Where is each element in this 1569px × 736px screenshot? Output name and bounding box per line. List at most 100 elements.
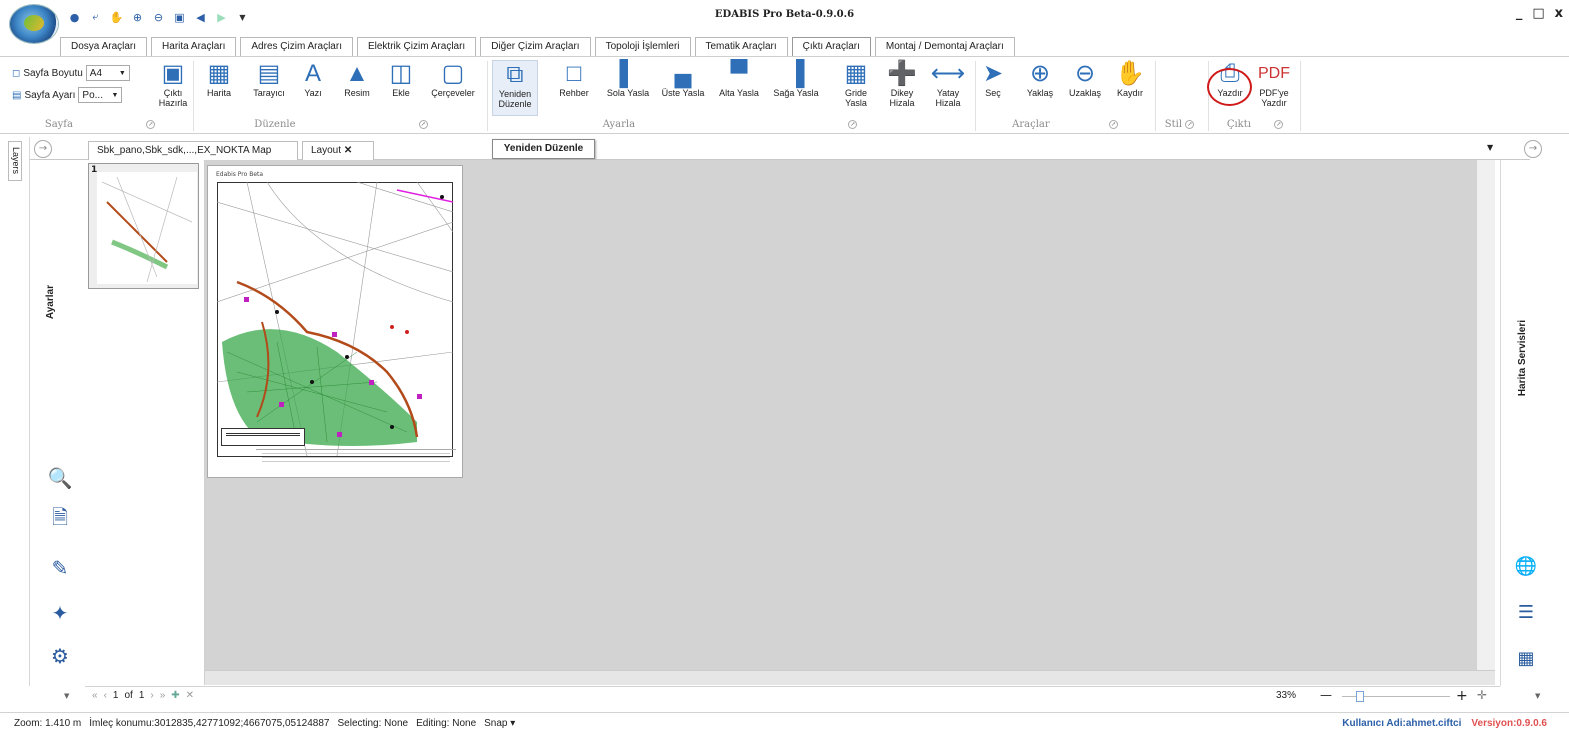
browser-icon: ▤ <box>257 60 281 87</box>
tarayici-button[interactable]: ▤ Tarayıcı <box>246 60 292 116</box>
cerceveler-button[interactable]: ▢ Çerçeveler <box>430 60 476 116</box>
tab-layout-document[interactable]: Layout ✕ <box>302 141 374 160</box>
right-dropdown-icon[interactable]: ▼ <box>1535 692 1540 700</box>
print-frame-icon: ▣ <box>161 60 185 87</box>
tab-harita[interactable]: Harita Araçları <box>151 37 237 56</box>
gride-yasla-button[interactable]: ▦ Gride Yasla <box>834 60 878 116</box>
add-page-icon[interactable]: ✚ <box>171 690 179 701</box>
tab-cikti[interactable]: Çıktı Araçları <box>791 37 871 56</box>
close-button[interactable]: x <box>1555 6 1563 21</box>
edit-map-icon[interactable]: ✎ <box>47 555 73 581</box>
collapse-right-icon[interactable]: → <box>1524 140 1542 158</box>
yaklas-button[interactable]: ⊕ Yaklaş <box>1017 60 1063 116</box>
yazi-button[interactable]: A Yazı <box>290 60 336 116</box>
rehber-button[interactable]: □ Rehber <box>551 60 597 116</box>
tabs-dropdown-icon[interactable]: ▼ <box>1487 143 1493 152</box>
panel-dropdown-icon[interactable]: ▼ <box>64 692 69 700</box>
layout-page[interactable]: Edabis Pro Beta <box>207 165 463 478</box>
status-editing: Editing: None <box>416 718 477 729</box>
last-page-icon[interactable]: » <box>160 690 166 701</box>
tab-topoloji[interactable]: Topoloji İşlemleri <box>594 37 691 56</box>
map-grid-icon[interactable]: ▦ <box>1513 646 1539 670</box>
text-icon: A <box>304 60 321 87</box>
page-setup-icon: ▤ <box>12 89 22 101</box>
next-page-icon[interactable]: › <box>150 690 153 701</box>
page-thumbnail[interactable]: 1 <box>88 163 199 289</box>
fit-page-icon[interactable]: ✛ <box>1477 688 1487 702</box>
page-size-combo[interactable]: A4 ▼ <box>85 65 130 81</box>
group-stil: Stil ↗ <box>1164 119 1195 130</box>
legend-table[interactable] <box>256 449 456 473</box>
tools-icon[interactable]: ✦ <box>47 600 73 626</box>
document-tabs: → Sbk_pano,Sbk_sdk,...,EX_NOKTA Map Layo… <box>30 137 1530 160</box>
sola-yasla-button[interactable]: ▌ Sola Yasla <box>602 60 654 116</box>
scale-bar[interactable] <box>221 428 305 446</box>
pan-hand-icon: ✋ <box>1115 60 1145 87</box>
page-setup-combo[interactable]: Po... ▼ <box>78 87 123 103</box>
tab-tematik[interactable]: Tematik Araçları <box>694 37 788 56</box>
kaydir-button[interactable]: ✋ Kaydır <box>1107 60 1153 116</box>
settings-panel-label[interactable]: Ayarlar <box>45 285 56 319</box>
uste-yasla-button[interactable]: ▄ Üste Yasla <box>656 60 710 116</box>
layers-tab[interactable]: Layers <box>8 141 22 181</box>
current-page[interactable]: 1 <box>113 690 119 701</box>
status-left: Zoom: 1.410 m İmleç konumu:3012835,42771… <box>14 718 515 729</box>
horizontal-scrollbar[interactable] <box>205 670 1495 685</box>
resim-button[interactable]: ▲ Resim <box>334 60 380 116</box>
remove-page-icon[interactable]: ✕ <box>186 690 194 701</box>
align-top-icon: ▄ <box>674 60 692 87</box>
page-size-label: Sayfa Boyutu <box>23 67 83 79</box>
tab-montaj[interactable]: Montaj / Demontaj Araçları <box>874 37 1015 56</box>
pointer-icon: ➤ <box>982 60 1004 87</box>
zoom-out-minus-icon[interactable]: — <box>1320 688 1332 702</box>
page-setup-control: ▤ Sayfa Ayarı Po... ▼ <box>12 87 123 103</box>
window-controls: _ □ x <box>1516 6 1563 21</box>
search-icon[interactable]: 🔍 <box>47 465 73 491</box>
group-cikti: Çıktı ↗ <box>1226 119 1284 130</box>
zoom-slider-thumb[interactable] <box>1356 691 1364 702</box>
pdf-yazdir-button[interactable]: PDF PDF'ye Yazdır <box>1252 60 1296 116</box>
minimize-button[interactable]: _ <box>1516 6 1523 21</box>
page-navigator: « ‹ 1 of 1 › » ✚ ✕ <box>92 690 194 701</box>
layers-icon[interactable]: ☰ <box>1513 600 1539 624</box>
globe-icon[interactable]: 🌐 <box>1513 554 1539 578</box>
zoom-slider[interactable]: — <box>1320 688 1460 704</box>
sec-button[interactable]: ➤ Seç <box>970 60 1016 116</box>
status-selecting: Selecting: None <box>337 718 409 729</box>
page-setup-label: Sayfa Ayarı <box>24 89 76 101</box>
tab-diger-cizim[interactable]: Diğer Çizim Araçları <box>480 37 591 56</box>
uzaklas-button[interactable]: ⊖ Uzaklaş <box>1060 60 1110 116</box>
collapse-left-icon[interactable]: → <box>34 140 52 158</box>
cikti-hazirla-button[interactable]: ▣ Çıktı Hazırla <box>150 60 196 116</box>
tab-map-document[interactable]: Sbk_pano,Sbk_sdk,...,EX_NOKTA Map <box>88 141 298 160</box>
rearrange-icon: ⧉ <box>506 61 524 88</box>
map-frame[interactable] <box>217 182 453 457</box>
yeniden-duzenle-button[interactable]: ⧉ Yeniden Düzenle <box>492 60 538 116</box>
prev-page-icon[interactable]: ‹ <box>104 690 107 701</box>
tooltip: Yeniden Düzenle <box>492 139 595 159</box>
snap-dropdown[interactable]: Snap ▾ <box>484 718 515 729</box>
app-window: ● ⤶ ✋ ⊕ ⊖ ▣ ◀ ▶ ▼ EDABIS Pro Beta-0.9.0.… <box>0 0 1569 736</box>
harita-button[interactable]: ▦ Harita <box>196 60 242 116</box>
zoom-in-plus-icon[interactable]: + <box>1456 688 1468 704</box>
yatay-hizala-button[interactable]: ⟷ Yatay Hizala <box>926 60 970 116</box>
restore-button[interactable]: □ <box>1532 6 1544 21</box>
document-icon[interactable]: 🗎 <box>47 505 73 533</box>
page-size-icon: ◻ <box>12 67 21 79</box>
alta-yasla-button[interactable]: ▀ Alta Yasla <box>712 60 766 116</box>
tab-adres-cizim[interactable]: Adres Çizim Araçları <box>240 37 353 56</box>
page-header-text: Edabis Pro Beta <box>216 171 264 178</box>
map-services-label[interactable]: Harita Servisleri <box>1517 320 1528 396</box>
first-page-icon[interactable]: « <box>92 690 98 701</box>
dikey-hizala-button[interactable]: ➕ Dikey Hizala <box>880 60 924 116</box>
group-duzenle: Düzenle ↗ <box>254 119 428 130</box>
status-cursor: İmleç konumu:3012835,42771092;4667075,05… <box>89 718 330 729</box>
vertical-scrollbar[interactable] <box>1477 160 1495 670</box>
gear-icon[interactable]: ⚙ <box>47 643 73 669</box>
ekle-button[interactable]: ◫ Ekle <box>378 60 424 116</box>
tab-elektrik-cizim[interactable]: Elektrik Çizim Araçları <box>356 37 477 56</box>
saga-yasla-button[interactable]: ▐ Sağa Yasla <box>768 60 824 116</box>
close-tab-icon[interactable]: ✕ <box>344 145 352 156</box>
group-sayfa: Sayfa ↗ <box>44 119 156 130</box>
tab-dosya[interactable]: Dosya Araçları <box>60 37 148 56</box>
